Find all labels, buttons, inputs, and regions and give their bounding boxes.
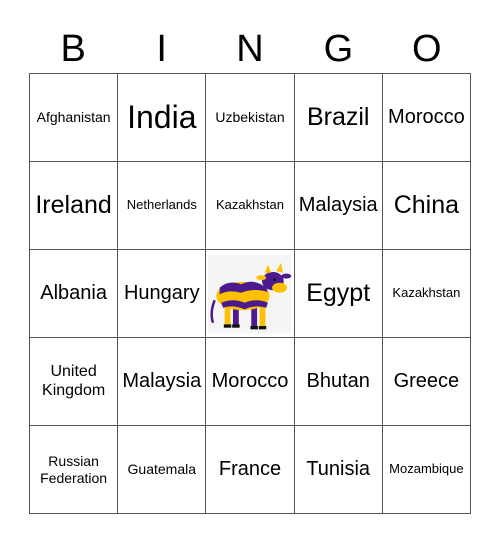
bingo-cell[interactable]: Egypt [294, 250, 383, 338]
bingo-cell[interactable]: China [382, 162, 471, 250]
header-letter-o: O [412, 28, 442, 70]
cell-label: Guatemala [127, 461, 197, 478]
bingo-cell[interactable]: Morocco [382, 74, 471, 162]
bingo-cell[interactable]: Netherlands [118, 162, 207, 250]
bingo-cell[interactable]: France [206, 426, 295, 514]
cell-label: Afghanistan [36, 109, 111, 126]
bingo-cell[interactable]: Malaysia [118, 338, 207, 426]
cell-label: China [393, 191, 460, 220]
cell-label: Netherlands [126, 197, 197, 213]
cell-label: France [218, 458, 282, 480]
cell-label: Greece [393, 370, 460, 392]
bingo-header: B I N G O [29, 26, 471, 72]
bingo-cell[interactable]: Morocco [206, 338, 295, 426]
bingo-cell[interactable]: Bhutan [294, 338, 383, 426]
cell-label: Kazakhstan [392, 285, 461, 301]
cell-label: Russian Federation [40, 453, 108, 486]
bingo-cell[interactable]: India [118, 74, 207, 162]
bingo-cell[interactable]: Tunisia [294, 426, 383, 514]
cow-icon [208, 253, 292, 334]
cell-label: Hungary [123, 282, 200, 304]
header-letter-n: N [236, 28, 264, 70]
cell-label: Kazakhstan [216, 197, 284, 213]
free-space-cell[interactable] [206, 250, 295, 338]
bingo-cell[interactable]: Kazakhstan [382, 250, 471, 338]
cell-label: Tunisia [306, 458, 371, 480]
header-letter-b: B [60, 28, 86, 70]
cell-label: Bhutan [306, 370, 370, 392]
cell-label: Malaysia [298, 194, 378, 216]
bingo-cell[interactable]: Albania [30, 250, 119, 338]
header-letter-i: I [156, 28, 167, 70]
bingo-cell[interactable]: Ireland [30, 162, 119, 250]
cell-label: Mozambique [389, 461, 464, 477]
header-letter-g: G [323, 28, 354, 70]
cell-label: Brazil [306, 103, 370, 132]
cell-label: United Kingdom [42, 363, 106, 399]
bingo-grid: Afghanistan India Uzbekistan Brazil Morocco I… [29, 73, 471, 514]
cell-label: Albania [40, 282, 107, 304]
bingo-cell[interactable]: United Kingdom [30, 338, 119, 426]
bingo-cell[interactable]: Malaysia [294, 162, 383, 250]
bingo-cell[interactable]: Afghanistan [30, 74, 119, 162]
cell-label: Egypt [306, 279, 371, 308]
bingo-cell[interactable]: Brazil [294, 74, 383, 162]
bingo-cell[interactable]: Mozambique [382, 426, 471, 514]
cell-label: Morocco [211, 370, 289, 392]
cell-label: Morocco [388, 106, 465, 128]
bingo-cell[interactable]: Russian Federation [30, 426, 119, 514]
bingo-cell[interactable]: Hungary [118, 250, 207, 338]
cell-label: Uzbekistan [215, 109, 285, 126]
cell-label: Ireland [35, 191, 112, 220]
cell-label: Malaysia [122, 370, 202, 392]
cell-label: India [127, 99, 197, 136]
bingo-cell[interactable]: Kazakhstan [206, 162, 295, 250]
bingo-cell[interactable]: Uzbekistan [206, 74, 295, 162]
bingo-cell[interactable]: Greece [382, 338, 471, 426]
bingo-cell[interactable]: Guatemala [118, 426, 207, 514]
